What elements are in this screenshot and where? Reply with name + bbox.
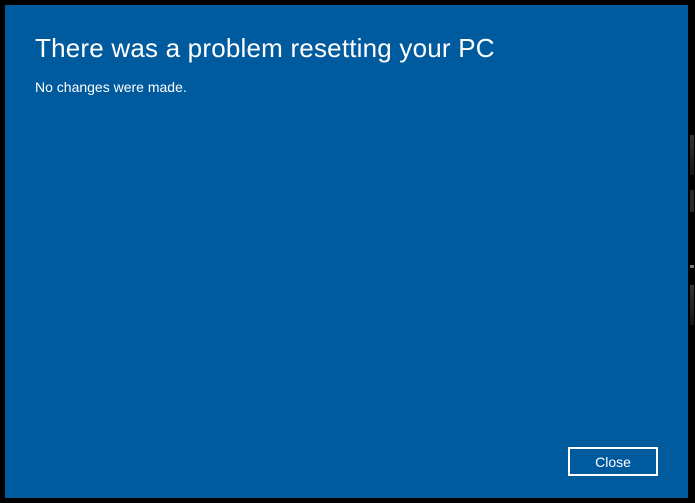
artifact-segment xyxy=(690,265,694,268)
artifact-segment xyxy=(690,135,694,175)
error-dialog: There was a problem resetting your PC No… xyxy=(5,5,688,498)
artifact-segment xyxy=(690,190,694,212)
artifact-segment xyxy=(690,285,694,325)
close-button[interactable]: Close xyxy=(568,447,658,476)
dialog-title: There was a problem resetting your PC xyxy=(35,33,658,64)
button-row: Close xyxy=(35,447,658,476)
content-area: There was a problem resetting your PC No… xyxy=(35,33,658,447)
dialog-message: No changes were made. xyxy=(35,78,658,96)
edge-artifacts xyxy=(690,135,694,375)
